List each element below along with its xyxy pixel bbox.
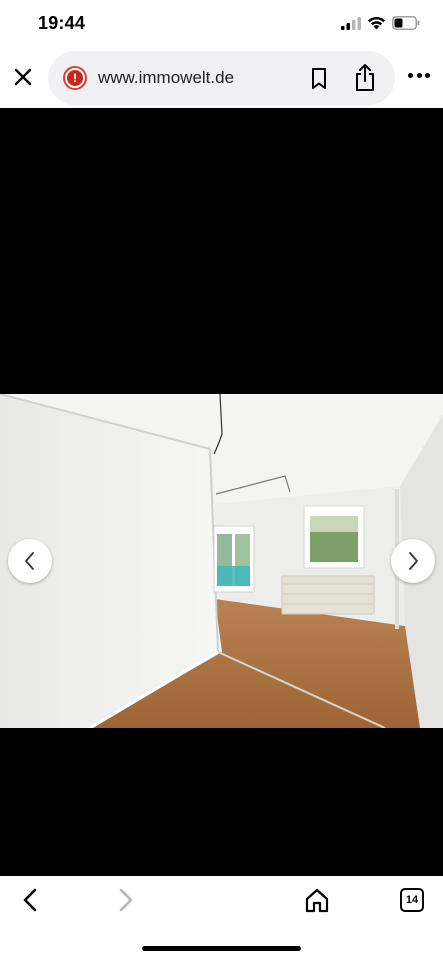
- home-icon[interactable]: [304, 887, 330, 913]
- security-warning-button[interactable]: !: [63, 66, 87, 90]
- more-dot: [416, 73, 422, 78]
- more-dot: [425, 73, 430, 78]
- tabs-button[interactable]: 14: [400, 888, 424, 912]
- image-viewer: [0, 108, 443, 876]
- alert-icon: !: [65, 68, 85, 88]
- wifi-icon: [368, 16, 385, 30]
- chevron-left-icon: [25, 552, 34, 570]
- status-bar: 19:44: [0, 0, 443, 48]
- bookmark-icon[interactable]: [308, 67, 330, 91]
- share-icon[interactable]: [352, 63, 378, 93]
- browser-bottom-bar: 14: [0, 876, 443, 960]
- close-icon: [14, 68, 32, 86]
- close-button[interactable]: [10, 64, 36, 90]
- next-image-button[interactable]: [391, 539, 435, 583]
- status-time: 19:44: [38, 13, 86, 33]
- previous-image-button[interactable]: [8, 539, 52, 583]
- browser-top-bar: ! www.immowelt.de: [0, 48, 443, 108]
- listing-photo[interactable]: [0, 394, 443, 728]
- cellular-signal-icon: [341, 17, 361, 30]
- url-text[interactable]: www.immowelt.de: [98, 68, 234, 88]
- chevron-right-icon: [409, 552, 418, 570]
- home-indicator: [142, 946, 301, 951]
- forward-icon[interactable]: [114, 887, 136, 913]
- more-dot: [408, 73, 413, 78]
- back-icon[interactable]: [20, 887, 42, 913]
- more-icon[interactable]: [408, 73, 430, 81]
- address-bar[interactable]: ! www.immowelt.de: [48, 51, 395, 105]
- tab-count: 14: [405, 894, 419, 906]
- battery-icon: [392, 16, 420, 30]
